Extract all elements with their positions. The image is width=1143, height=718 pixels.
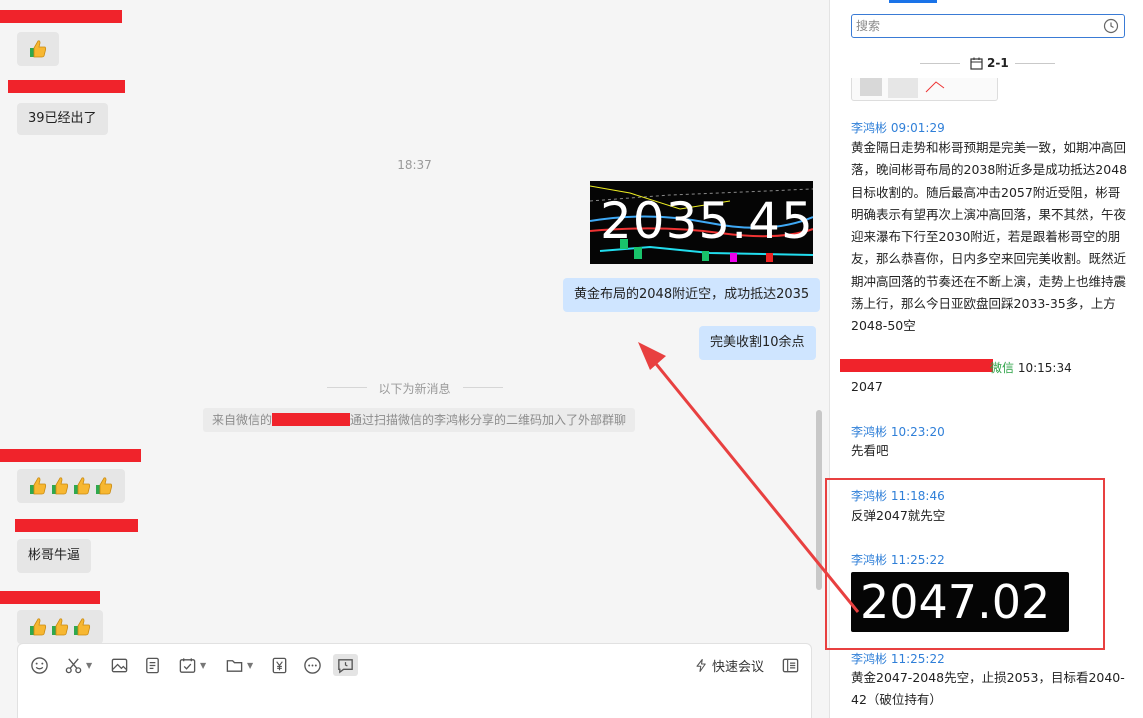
quick-meeting-label: 快速会议 xyxy=(712,659,765,675)
wechat-tag: 微信 xyxy=(990,361,1015,375)
scissors-icon xyxy=(65,657,82,673)
lightning-icon xyxy=(696,658,706,672)
document-button[interactable] xyxy=(143,654,162,676)
new-messages-divider: 以下为新消息 xyxy=(378,382,451,396)
price-value-text: 2035.45 xyxy=(600,192,813,250)
date-divider-line xyxy=(920,63,960,64)
chat-clock-icon xyxy=(338,658,353,673)
thumbs-up-icon xyxy=(52,618,69,636)
history-sender-time: 李鸿彬 11:18:46 xyxy=(851,489,945,503)
red-packet-button[interactable] xyxy=(270,654,289,676)
history-search-box[interactable] xyxy=(851,14,1125,38)
message-timestamp: 18:37 xyxy=(397,158,432,172)
divider-line xyxy=(463,387,503,388)
redacted-sender-name xyxy=(0,591,100,604)
redacted-sender-name xyxy=(840,359,993,372)
active-tab-indicator xyxy=(889,0,937,3)
more-dots-icon xyxy=(304,656,321,674)
outgoing-message-bubble[interactable]: 完美收割10余点 xyxy=(699,326,816,360)
expand-panel-button[interactable] xyxy=(781,654,800,676)
emoji-button[interactable] xyxy=(30,654,49,676)
history-sender-time: 李鸿彬 10:23:20 xyxy=(851,425,945,439)
date-divider-line xyxy=(1015,63,1055,64)
chat-scrollbar[interactable] xyxy=(816,410,822,590)
history-time: 10:15:34 xyxy=(1017,361,1072,375)
message-bubble[interactable]: 39已经出了 xyxy=(17,103,108,135)
chat-history-panel: 2-1 李鸿彬 09:01:29 黄金隔日走势和彬哥预期是完美一致，如期冲高回落… xyxy=(829,0,1143,718)
document-icon xyxy=(146,657,159,673)
price-value-text: 2047.02 xyxy=(860,575,1051,629)
calendar-check-icon xyxy=(179,657,196,673)
thumbs-up-icon xyxy=(74,618,91,636)
panel-list-icon xyxy=(782,658,799,672)
history-sender-time: 李鸿彬 11:25:22 xyxy=(851,553,945,567)
thumbs-up-emoji-run xyxy=(28,32,48,66)
image-button[interactable] xyxy=(110,654,129,676)
system-note-suffix: 通过扫描微信的李鸿彬分享的二维码加入了外部群聊 xyxy=(350,413,627,427)
chart-screenshot-image[interactable]: 2035.45 xyxy=(590,181,813,264)
history-image-thumbnail[interactable] xyxy=(851,78,998,101)
screenshot-button[interactable]: ▼ xyxy=(64,654,92,676)
yen-icon xyxy=(272,657,287,673)
smiley-icon xyxy=(31,656,48,674)
system-join-note: 来自微信的 通过扫描微信的李鸿彬分享的二维码加入了外部群聊 xyxy=(203,408,636,432)
chevron-down-icon: ▼ xyxy=(247,660,254,670)
thumbs-up-icon xyxy=(74,477,91,495)
chat-record-button[interactable] xyxy=(333,654,358,676)
date-separator[interactable]: 2-1 xyxy=(970,56,1009,70)
history-price-image[interactable]: 2047.02 xyxy=(851,572,1069,632)
history-message-text: 先看吧 xyxy=(851,443,889,458)
calendar-icon xyxy=(970,57,983,70)
thumbs-up-emoji-run xyxy=(28,469,114,503)
history-sender-time: 李鸿彬 09:01:29 xyxy=(851,121,945,135)
chat-pane: 39已经出了 18:37 2035.45 黄金布局的2048附近空，成功抵达20… xyxy=(0,0,829,718)
clock-icon[interactable] xyxy=(1103,18,1119,34)
folder-button[interactable]: ▼ xyxy=(225,654,253,676)
quick-meeting-button[interactable]: 快速会议 xyxy=(694,654,764,676)
thumbs-up-icon xyxy=(52,477,69,495)
redacted-user-name xyxy=(272,413,351,426)
history-sender-time: 微信 10:15:34 xyxy=(990,359,1072,376)
history-message-text: 黄金隔日走势和彬哥预期是完美一致，如期冲高回落，晚间彬哥布局的2038附近多是成… xyxy=(851,140,1128,334)
outgoing-message-bubble[interactable]: 黄金布局的2048附近空，成功抵达2035 xyxy=(563,278,821,312)
image-preview-graphic xyxy=(860,78,945,98)
history-search-input[interactable] xyxy=(856,18,1096,34)
more-button[interactable] xyxy=(303,654,322,676)
thumbs-up-icon xyxy=(30,477,47,495)
message-bubble[interactable]: 彬哥牛逼 xyxy=(17,539,92,573)
history-message-text: 黄金2047-2048先空，止损2053，目标看2040-42（破位持有） xyxy=(851,670,1125,708)
message-bubble[interactable] xyxy=(17,32,59,66)
chevron-down-icon: ▼ xyxy=(200,660,207,670)
redacted-sender-name xyxy=(0,10,122,23)
history-message-text: 2047 xyxy=(851,379,883,394)
image-icon xyxy=(111,658,128,672)
thumbs-up-icon xyxy=(30,618,47,636)
redacted-sender-name xyxy=(8,80,125,93)
redacted-sender-name xyxy=(15,519,138,532)
thumbs-up-emoji-run xyxy=(28,610,92,644)
history-sender-time: 李鸿彬 11:25:22 xyxy=(851,652,945,666)
message-composer[interactable]: ▼ ▼ ▼ 快速会议 xyxy=(17,643,812,718)
date-label: 2-1 xyxy=(987,56,1009,70)
thumbs-up-icon xyxy=(30,40,47,58)
folder-icon xyxy=(226,659,243,672)
message-bubble[interactable] xyxy=(17,469,125,503)
chevron-down-icon: ▼ xyxy=(86,660,93,670)
redacted-sender-name xyxy=(0,449,141,462)
history-message-text: 反弹2047就先空 xyxy=(851,508,946,523)
task-button[interactable]: ▼ xyxy=(178,654,206,676)
message-bubble[interactable] xyxy=(17,610,103,644)
thumbs-up-icon xyxy=(96,477,113,495)
system-note-prefix: 来自微信的 xyxy=(212,413,273,427)
